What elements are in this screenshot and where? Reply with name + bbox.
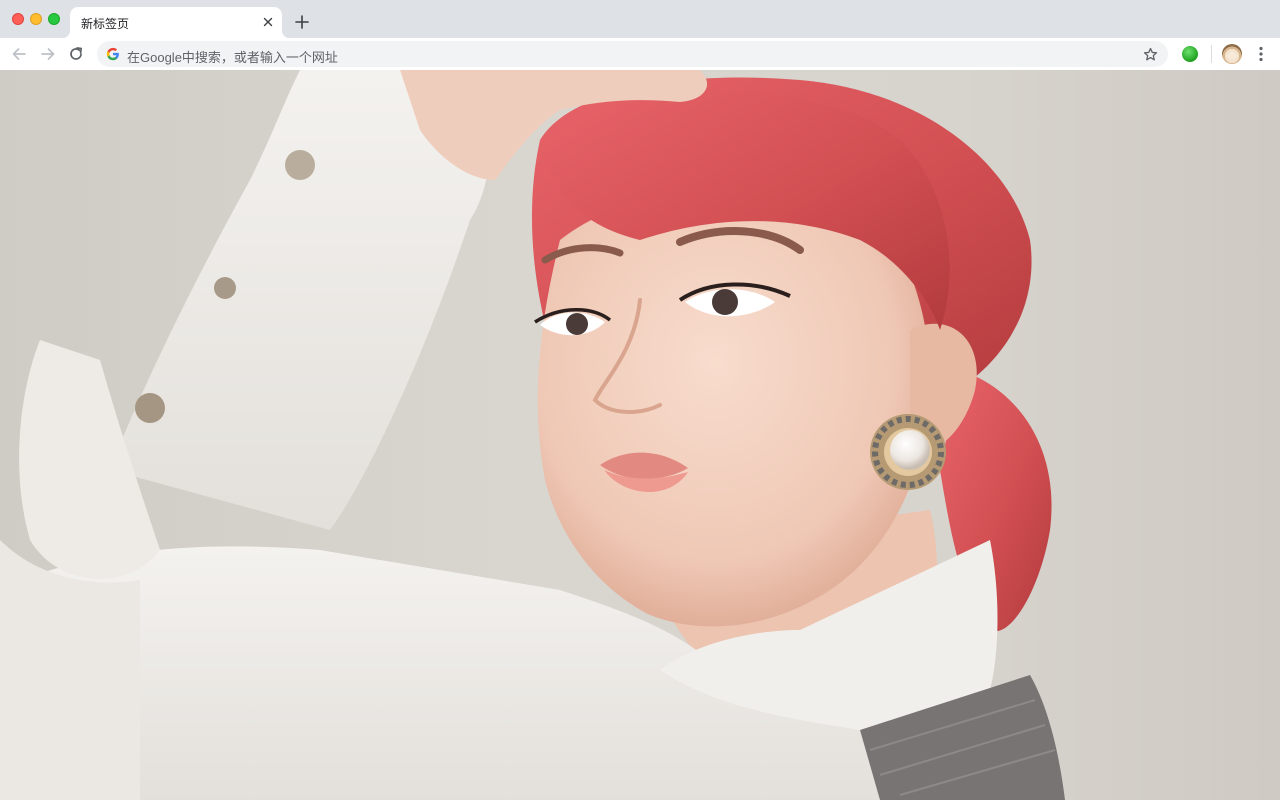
toolbar: 在Google中搜索，或者输入一个网址 [0, 38, 1280, 70]
star-icon [1143, 47, 1157, 60]
arrow-right-icon [41, 48, 55, 60]
toolbar-divider [1211, 45, 1212, 63]
tab-title: 新标签页 [81, 17, 130, 31]
omnibox[interactable]: 在Google中搜索，或者输入一个网址 [97, 41, 1168, 67]
new-tab-background-photo [0, 70, 1280, 800]
close-icon[interactable] [260, 14, 276, 30]
tab-new-tab[interactable]: 新标签页 [62, 7, 290, 38]
green-circle-icon[interactable] [1182, 46, 1198, 62]
new-tab-button[interactable] [292, 12, 312, 32]
portrait-photo [0, 70, 1065, 800]
bookmark-button[interactable] [1141, 45, 1159, 63]
omnibox-placeholder: 在Google中搜索，或者输入一个网址 [127, 50, 338, 65]
reload-button[interactable] [65, 43, 87, 65]
back-button[interactable] [8, 43, 30, 65]
tab-strip: 新标签页 [0, 0, 1280, 38]
plus-icon [295, 15, 309, 29]
google-icon [106, 47, 119, 61]
avatar-icon[interactable] [1222, 44, 1242, 64]
window-maximize-button[interactable] [48, 13, 60, 25]
forward-button[interactable] [37, 43, 59, 65]
arrow-left-icon [12, 48, 26, 60]
kebab-menu-icon [1259, 46, 1263, 62]
window-close-button[interactable] [12, 13, 24, 25]
window-minimize-button[interactable] [30, 13, 42, 25]
kebab-menu-button[interactable] [1252, 43, 1270, 65]
reload-icon [70, 47, 83, 60]
